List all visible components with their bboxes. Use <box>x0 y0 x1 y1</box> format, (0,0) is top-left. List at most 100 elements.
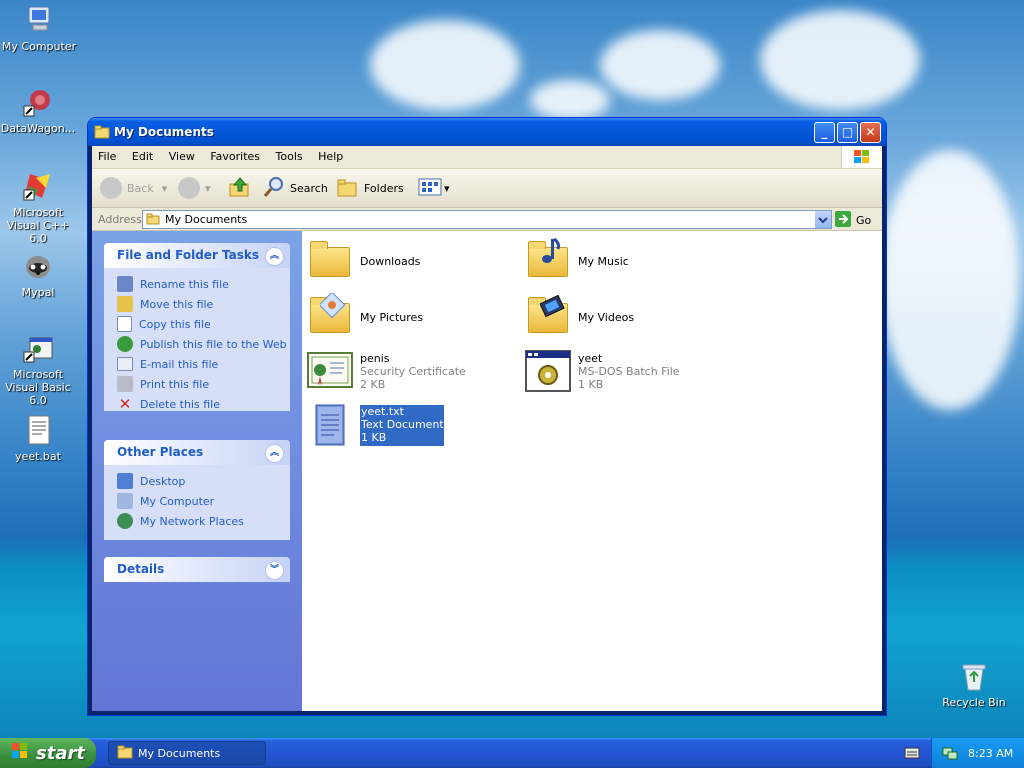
expand-chevron-icon[interactable]: ︾ <box>265 561 284 580</box>
place-desktop[interactable]: Desktop <box>117 471 290 491</box>
window-title: My Documents <box>114 125 214 139</box>
collapse-chevron-icon[interactable]: ︽ <box>265 247 284 266</box>
address-input[interactable]: My Documents <box>142 210 832 229</box>
copy-icon <box>117 316 132 332</box>
folders-button[interactable]: Folders <box>336 176 404 200</box>
desktop-icon-label: yeet.bat <box>15 450 61 463</box>
maximize-button[interactable]: □ <box>837 122 858 143</box>
desktop-icon <box>117 473 133 489</box>
clock[interactable]: 8:23 AM <box>968 747 1013 760</box>
desktop-icon-label: Recycle Bin <box>942 696 1006 709</box>
windows-logo-icon <box>841 146 882 168</box>
task-move[interactable]: Move this file <box>117 294 290 314</box>
other-places-panel: Other Places ︽ Desktop My Computer My Ne… <box>104 440 290 540</box>
back-button[interactable]: Back ▾ <box>100 176 167 200</box>
task-publish[interactable]: Publish this file to the Web <box>117 334 290 354</box>
task-pane: File and Folder Tasks ︽ Rename this file… <box>92 231 302 711</box>
file-item-downloads[interactable]: Downloads <box>306 237 420 285</box>
desktop-icon-my-computer[interactable]: My Computer <box>0 4 79 53</box>
menu-file[interactable]: File <box>92 146 122 163</box>
desktop-icon-visual-cpp[interactable]: Microsoft Visual C++ 6.0 <box>0 170 78 245</box>
file-item-penis[interactable]: penis Security Certificate 2 KB <box>306 347 466 395</box>
batch-file-icon <box>524 347 572 395</box>
place-network[interactable]: My Network Places <box>117 511 290 531</box>
address-dropdown-button[interactable] <box>815 211 831 228</box>
task-copy[interactable]: Copy this file <box>117 314 290 334</box>
panel-header[interactable]: File and Folder Tasks ︽ <box>104 243 290 268</box>
pictures-folder-icon <box>306 293 354 341</box>
title-bar[interactable]: My Documents _ □ ✕ <box>88 118 886 146</box>
chevron-down-icon <box>818 217 828 224</box>
visual-cpp-shortcut-icon <box>22 170 54 202</box>
menu-bar: File Edit View Favorites Tools Help <box>92 146 882 169</box>
datawagon-shortcut-icon <box>22 86 54 118</box>
certificate-icon <box>306 347 354 395</box>
views-button[interactable]: ▾ <box>418 176 450 200</box>
file-item-my-videos[interactable]: My Videos <box>524 293 634 341</box>
file-item-yeet-bat[interactable]: yeet MS-DOS Batch File 1 KB <box>524 347 680 395</box>
task-delete[interactable]: ✕ Delete this file <box>117 394 290 411</box>
videos-folder-icon <box>524 293 572 341</box>
place-my-computer[interactable]: My Computer <box>117 491 290 511</box>
menu-tools[interactable]: Tools <box>270 146 309 163</box>
desktop-icon-label: Microsoft Visual Basic 6.0 <box>5 368 71 407</box>
recycle-bin-icon <box>958 660 990 692</box>
desktop-icon-mypal[interactable]: Mypal <box>0 250 78 299</box>
search-icon <box>262 175 286 202</box>
close-button[interactable]: ✕ <box>860 122 881 143</box>
mypal-icon <box>22 250 54 282</box>
file-item-my-pictures[interactable]: My Pictures <box>306 293 423 341</box>
address-value: My Documents <box>165 213 248 226</box>
system-tray: 8:23 AM <box>931 738 1024 768</box>
file-item-my-music[interactable]: My Music <box>524 237 629 285</box>
up-folder-icon <box>228 175 252 202</box>
rename-icon <box>117 276 133 292</box>
chevron-down-icon: ▾ <box>444 181 450 195</box>
go-button[interactable]: Go <box>834 210 871 231</box>
move-icon <box>117 296 133 312</box>
network-tray-icon[interactable] <box>942 744 958 763</box>
desktop-icon-label: DataWagon... <box>0 122 76 135</box>
panel-header[interactable]: Other Places ︽ <box>104 440 290 465</box>
keyboard-icon[interactable] <box>904 746 920 763</box>
forward-button[interactable]: ▾ <box>178 176 211 200</box>
panel-header[interactable]: Details ︾ <box>104 557 290 582</box>
up-folder-button[interactable] <box>228 176 252 200</box>
minimize-button[interactable]: _ <box>814 122 835 143</box>
delete-icon: ✕ <box>118 395 132 411</box>
desktop-icon-label: Mypal <box>21 286 55 299</box>
folder-icon <box>117 744 133 763</box>
menu-view[interactable]: View <box>163 146 201 163</box>
address-folder-icon <box>146 212 160 229</box>
my-computer-icon <box>117 493 133 509</box>
text-document-icon <box>306 401 354 449</box>
music-folder-icon <box>524 237 572 285</box>
desktop-icon-recycle-bin[interactable]: Recycle Bin <box>934 660 1014 709</box>
address-bar: Address My Documents Go <box>92 208 882 231</box>
task-rename[interactable]: Rename this file <box>117 274 290 294</box>
taskbar: start My Documents 8:23 AM <box>0 738 1024 768</box>
menu-favorites[interactable]: Favorites <box>204 146 266 163</box>
batch-file-icon <box>22 414 54 446</box>
task-print[interactable]: Print this file <box>117 374 290 394</box>
search-button[interactable]: Search <box>262 176 328 200</box>
desktop-icon-visual-basic[interactable]: Microsoft Visual Basic 6.0 <box>0 332 78 407</box>
back-arrow-icon <box>100 177 122 199</box>
views-icon <box>418 177 442 200</box>
go-arrow-icon <box>834 210 852 231</box>
desktop-icon-datawagon[interactable]: DataWagon... <box>0 86 78 135</box>
details-panel: Details ︾ <box>104 557 290 582</box>
task-email[interactable]: E-mail this file <box>117 354 290 374</box>
print-icon <box>117 376 133 392</box>
taskbar-button-my-documents[interactable]: My Documents <box>108 741 266 765</box>
address-label: Address <box>98 213 142 226</box>
desktop-icon-label: My Computer <box>1 40 77 53</box>
start-button[interactable]: start <box>0 738 96 768</box>
collapse-chevron-icon[interactable]: ︽ <box>265 444 284 463</box>
menu-help[interactable]: Help <box>312 146 349 163</box>
forward-arrow-icon <box>178 177 200 199</box>
desktop-icon-yeet-bat[interactable]: yeet.bat <box>0 414 78 463</box>
menu-edit[interactable]: Edit <box>126 146 159 163</box>
folders-icon <box>336 175 360 202</box>
file-item-yeet-txt[interactable]: yeet.txt Text Document 1 KB <box>306 401 444 449</box>
